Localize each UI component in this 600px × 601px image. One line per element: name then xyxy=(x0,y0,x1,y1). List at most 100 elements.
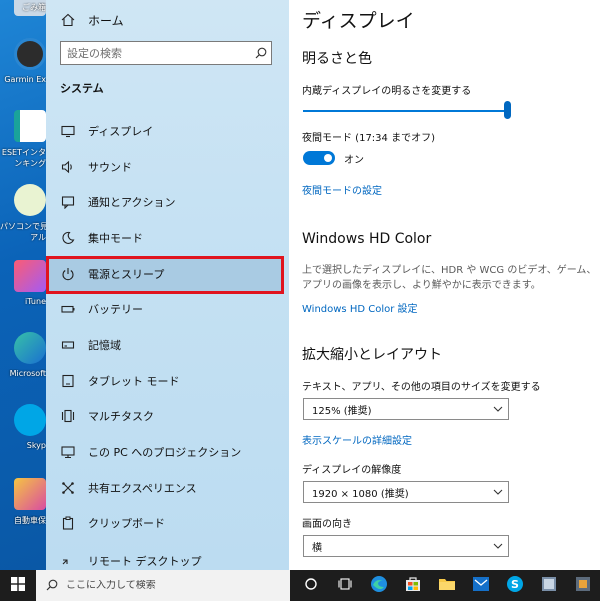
task-view-button[interactable] xyxy=(328,570,362,601)
taskbar-outlook[interactable] xyxy=(464,570,498,601)
settings-nav-pane: ホーム システム ディスプレイ サウンド 通知とアクション 集中モード xyxy=(46,0,289,570)
desktop-icon-label: ESETインタ xyxy=(1,148,46,157)
toggle-knob xyxy=(324,154,332,162)
start-button[interactable] xyxy=(0,570,36,601)
nav-item-label: 記憶域 xyxy=(88,339,121,352)
clipboard-icon xyxy=(60,515,76,531)
scale-dropdown[interactable]: 125% (推奨) xyxy=(303,398,509,420)
power-icon xyxy=(60,266,76,282)
nav-item-power-sleep[interactable]: 電源とスリープ xyxy=(48,257,284,291)
nav-item-battery[interactable]: バッテリー xyxy=(48,292,284,326)
brightness-slider-thumb[interactable] xyxy=(504,101,511,119)
nav-item-shared-experiences[interactable]: 共有エクスペリエンス xyxy=(48,471,284,505)
settings-search-box[interactable] xyxy=(60,41,272,65)
night-mode-toggle[interactable] xyxy=(303,151,335,165)
nav-item-label: 集中モード xyxy=(88,232,143,245)
resolution-dropdown[interactable]: 1920 × 1080 (推奨) xyxy=(303,481,509,503)
chevron-down-icon xyxy=(488,482,508,502)
taskbar-edge[interactable] xyxy=(362,570,396,601)
tablet-icon xyxy=(60,373,76,389)
nav-item-label: サウンド xyxy=(88,161,132,174)
nav-item-label: 電源とスリープ xyxy=(88,268,165,281)
cortana-button[interactable] xyxy=(294,570,328,601)
settings-main-pane: ディスプレイ 明るさと色 内蔵ディスプレイの明るさを変更する 夜間モード (17… xyxy=(289,0,600,570)
desktop-icon-label: ごみ箱 xyxy=(22,3,46,12)
nav-item-display[interactable]: ディスプレイ xyxy=(48,114,284,148)
chevron-down-icon xyxy=(488,399,508,419)
taskbar-store[interactable] xyxy=(396,570,430,601)
task-view-icon xyxy=(338,576,352,595)
brightness-slider-track[interactable] xyxy=(303,110,508,112)
desktop-icon-label: 自動車保 xyxy=(14,516,46,525)
orientation-dropdown[interactable]: 横 xyxy=(303,535,509,557)
chevron-down-icon xyxy=(488,536,508,556)
nav-item-sound[interactable]: サウンド xyxy=(48,150,284,184)
taskbar-search-box[interactable] xyxy=(36,570,290,601)
nav-item-focus-assist[interactable]: 集中モード xyxy=(48,221,284,255)
nav-item-multitasking[interactable]: マルチタスク xyxy=(48,399,284,433)
nav-item-remote-desktop[interactable]: リモート デスクトップ xyxy=(48,544,284,570)
taskbar-file-explorer[interactable] xyxy=(430,570,464,601)
shared-icon xyxy=(60,480,76,496)
nav-item-projection[interactable]: この PC へのプロジェクション xyxy=(48,435,284,469)
text-size-label: テキスト、アプリ、その他の項目のサイズを変更する xyxy=(302,382,541,393)
hd-color-settings-link[interactable]: Windows HD Color 設定 xyxy=(302,300,418,315)
hd-color-heading: Windows HD Color xyxy=(302,231,432,247)
app-tile-icon xyxy=(574,575,592,597)
night-mode-label: 夜間モード (17:34 までオフ) xyxy=(302,133,435,144)
brightness-label: 内蔵ディスプレイの明るさを変更する xyxy=(302,86,472,97)
desktop-icon-label: パソコンで見 xyxy=(0,222,46,231)
remote-icon xyxy=(60,553,76,569)
taskbar-skype[interactable]: S xyxy=(498,570,532,601)
nav-item-tablet-mode[interactable]: タブレット モード xyxy=(48,364,284,398)
night-mode-settings-link[interactable]: 夜間モードの設定 xyxy=(302,182,382,197)
folder-icon xyxy=(438,576,456,596)
nav-item-label: 共有エクスペリエンス xyxy=(88,482,197,495)
nav-item-label: マルチタスク xyxy=(88,410,154,423)
page-title: ディスプレイ xyxy=(302,10,415,32)
taskbar-search-input[interactable] xyxy=(66,580,266,591)
app-tile-icon xyxy=(540,575,558,597)
moon-icon xyxy=(60,230,76,246)
projection-icon xyxy=(60,444,76,460)
orientation-label: 画面の向き xyxy=(302,519,352,530)
home-icon xyxy=(60,12,76,28)
nav-section-title: システム xyxy=(60,82,104,95)
taskbar-app-2[interactable] xyxy=(566,570,600,601)
nav-item-label: タブレット モード xyxy=(88,375,180,388)
hd-color-description: 上で選択したディスプレイに、HDR や WCG のビデオ、ゲーム、アプリの画像を… xyxy=(302,265,597,291)
desktop: ごみ箱 Garmin Ex ESETインタ ンキング パソコンで見 アル iTu… xyxy=(0,0,46,570)
nav-item-label: ディスプレイ xyxy=(88,125,154,138)
resolution-dropdown-value: 1920 × 1080 (推奨) xyxy=(312,488,409,500)
desktop-icon-label: アル xyxy=(30,233,46,242)
desktop-icon-label: Microsoft xyxy=(9,369,46,378)
brightness-heading: 明るさと色 xyxy=(302,51,372,67)
nav-item-label: バッテリー xyxy=(88,303,143,316)
desktop-icon-label: Garmin Ex xyxy=(4,75,46,84)
monitor-icon xyxy=(60,123,76,139)
cortana-circle-icon xyxy=(304,576,318,595)
svg-text:S: S xyxy=(511,578,519,591)
settings-search-input[interactable] xyxy=(67,46,251,60)
nav-item-label: リモート デスクトップ xyxy=(88,555,202,568)
skype-icon: S xyxy=(506,575,524,597)
taskbar-app-1[interactable] xyxy=(532,570,566,601)
search-icon xyxy=(46,576,58,595)
desktop-icon-label: ンキング xyxy=(14,159,46,168)
nav-home[interactable]: ホーム xyxy=(60,10,124,30)
store-bag-icon xyxy=(404,575,422,597)
nav-item-clipboard[interactable]: クリップボード xyxy=(48,506,284,540)
scale-dropdown-value: 125% (推奨) xyxy=(312,405,372,417)
advanced-scaling-link[interactable]: 表示スケールの詳細設定 xyxy=(302,432,412,447)
taskbar: S xyxy=(0,570,600,601)
battery-icon xyxy=(60,301,76,317)
scale-layout-heading: 拡大縮小とレイアウト xyxy=(302,347,442,363)
mail-icon xyxy=(472,576,490,596)
nav-home-label: ホーム xyxy=(88,13,124,28)
storage-icon xyxy=(60,337,76,353)
notification-icon xyxy=(60,194,76,210)
orientation-dropdown-value: 横 xyxy=(312,542,322,554)
search-icon[interactable] xyxy=(251,43,271,63)
nav-item-storage[interactable]: 記憶域 xyxy=(48,328,284,362)
nav-item-notifications[interactable]: 通知とアクション xyxy=(48,185,284,219)
